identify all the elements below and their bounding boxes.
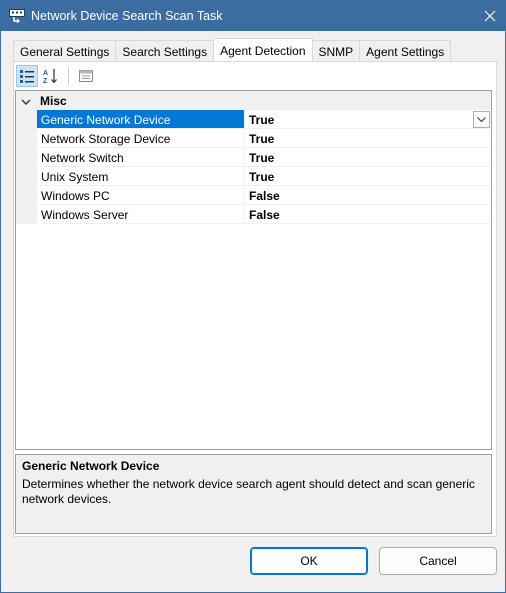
property-pages-icon (79, 70, 93, 82)
description-text: Determines whether the network device se… (22, 477, 475, 506)
chevron-down-icon[interactable] (21, 96, 31, 106)
description-pane: Generic Network Device Determines whethe… (15, 454, 492, 534)
property-row-unix-system[interactable]: Unix System True (16, 167, 491, 186)
property-value[interactable]: True (245, 148, 491, 167)
value-dropdown-button[interactable] (473, 111, 490, 128)
dialog-window: Network Device Search Scan Task General … (0, 0, 506, 593)
property-name[interactable]: Windows PC (37, 186, 245, 205)
tab-agent-detection[interactable]: Agent Detection (213, 38, 313, 62)
tab-search-settings[interactable]: Search Settings (115, 40, 215, 62)
categorized-view-icon (20, 70, 34, 83)
property-value[interactable]: True (245, 129, 491, 148)
property-row-network-storage-device[interactable]: Network Storage Device True (16, 129, 491, 148)
property-value[interactable]: True (245, 167, 491, 186)
property-name[interactable]: Unix System (37, 167, 245, 186)
row-gutter (16, 186, 37, 205)
close-icon (484, 10, 496, 22)
property-name[interactable]: Network Storage Device (37, 129, 245, 148)
row-gutter (16, 148, 37, 167)
toolbar-separator (68, 67, 69, 85)
property-name[interactable]: Windows Server (37, 205, 245, 224)
row-gutter (16, 167, 37, 186)
tab-agent-settings[interactable]: Agent Settings (359, 40, 452, 62)
property-value[interactable]: False (245, 186, 491, 205)
category-row[interactable]: Misc (16, 91, 491, 110)
title-bar: Network Device Search Scan Task (1, 1, 505, 31)
svg-text:A: A (43, 70, 48, 77)
chevron-down-icon (477, 116, 486, 122)
network-task-icon (9, 9, 25, 24)
property-row-windows-pc[interactable]: Windows PC False (16, 186, 491, 205)
property-pages-button[interactable] (75, 65, 97, 87)
categorized-button[interactable] (16, 65, 38, 87)
property-name[interactable]: Generic Network Device (37, 110, 245, 129)
property-value[interactable]: False (245, 205, 491, 224)
row-gutter (16, 110, 37, 129)
ok-button[interactable]: OK (250, 547, 368, 575)
category-label: Misc (40, 94, 67, 108)
sort-alphabetical-icon: A Z (43, 69, 57, 84)
tab-general-settings[interactable]: General Settings (13, 40, 117, 62)
tab-strip: General Settings Search Settings Agent D… (13, 38, 452, 62)
property-name[interactable]: Network Switch (37, 148, 245, 167)
alphabetical-button[interactable]: A Z (40, 65, 62, 87)
close-button[interactable] (475, 1, 505, 31)
window-title: Network Device Search Scan Task (31, 9, 223, 23)
property-grid: Misc Generic Network Device True Network… (15, 90, 492, 450)
description-title: Generic Network Device (22, 459, 160, 473)
property-row-windows-server[interactable]: Windows Server False (16, 205, 491, 224)
property-value[interactable]: True (245, 110, 491, 129)
cancel-button[interactable]: Cancel (379, 547, 497, 575)
row-gutter (16, 205, 37, 224)
svg-text:Z: Z (43, 78, 48, 84)
row-gutter (16, 129, 37, 148)
property-grid-toolbar: A Z (16, 65, 97, 87)
tab-snmp[interactable]: SNMP (311, 40, 361, 62)
property-row-network-switch[interactable]: Network Switch True (16, 148, 491, 167)
property-row-generic-network-device[interactable]: Generic Network Device True (16, 110, 491, 129)
tab-panel: A Z Misc Generic Network Device True Net… (13, 61, 497, 537)
